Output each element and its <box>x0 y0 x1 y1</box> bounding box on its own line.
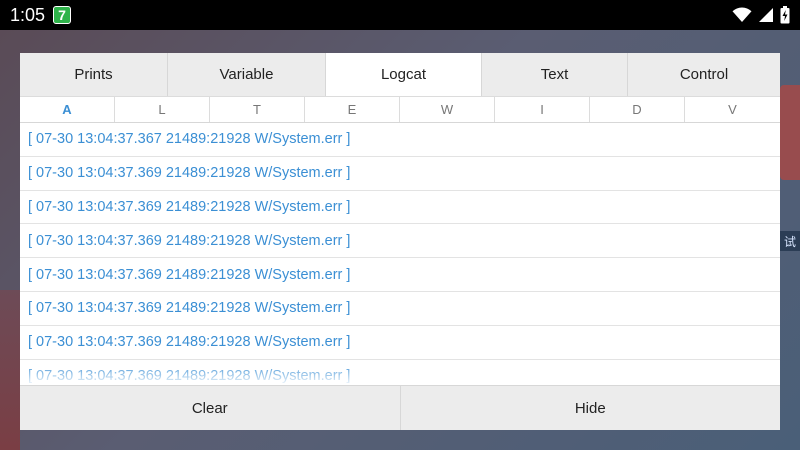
level-filter-t[interactable]: T <box>210 97 305 122</box>
footer-bar: Clear Hide <box>20 385 780 430</box>
status-icons <box>732 6 790 24</box>
wifi-icon <box>732 7 752 23</box>
signal-icon <box>758 7 774 23</box>
battery-charging-icon <box>780 6 790 24</box>
tab-bar: Prints Variable Logcat Text Control <box>20 53 780 97</box>
level-filter-e[interactable]: E <box>305 97 400 122</box>
tab-text[interactable]: Text <box>482 53 628 96</box>
log-list[interactable]: [ 07-30 13:04:37.367 21489:21928 W/Syste… <box>20 123 780 385</box>
log-entry[interactable]: [ 07-30 13:04:37.369 21489:21928 W/Syste… <box>20 292 780 326</box>
level-filter-i[interactable]: I <box>495 97 590 122</box>
background-chip: 试 <box>780 231 800 251</box>
tab-variable[interactable]: Variable <box>168 53 326 96</box>
log-entry[interactable]: [ 07-30 13:04:37.369 21489:21928 W/Syste… <box>20 258 780 292</box>
log-entry[interactable]: [ 07-30 13:04:37.369 21489:21928 W/Syste… <box>20 157 780 191</box>
level-filter-d[interactable]: D <box>590 97 685 122</box>
tab-prints[interactable]: Prints <box>20 53 168 96</box>
tab-logcat[interactable]: Logcat <box>326 53 482 96</box>
tab-control[interactable]: Control <box>628 53 780 96</box>
log-entry[interactable]: [ 07-30 13:04:37.369 21489:21928 W/Syste… <box>20 360 780 385</box>
debug-console-panel: Prints Variable Logcat Text Control A L … <box>20 53 780 430</box>
hide-button[interactable]: Hide <box>399 386 781 430</box>
level-filter-v[interactable]: V <box>685 97 780 122</box>
app-notification-badge: 7 <box>53 6 72 24</box>
level-filter-a[interactable]: A <box>20 97 115 122</box>
clear-button[interactable]: Clear <box>20 386 400 430</box>
level-filter-l[interactable]: L <box>115 97 210 122</box>
background-button-edge <box>780 85 800 180</box>
log-level-filter: A L T E W I D V <box>20 97 780 123</box>
log-entry[interactable]: [ 07-30 13:04:37.369 21489:21928 W/Syste… <box>20 326 780 360</box>
level-filter-w[interactable]: W <box>400 97 495 122</box>
log-entry[interactable]: [ 07-30 13:04:37.367 21489:21928 W/Syste… <box>20 123 780 157</box>
background-panel-edge <box>0 290 20 450</box>
log-entry[interactable]: [ 07-30 13:04:37.369 21489:21928 W/Syste… <box>20 191 780 225</box>
log-entry[interactable]: [ 07-30 13:04:37.369 21489:21928 W/Syste… <box>20 224 780 259</box>
status-time: 1:05 <box>10 4 46 25</box>
status-bar: 1:05 7 <box>0 0 800 30</box>
